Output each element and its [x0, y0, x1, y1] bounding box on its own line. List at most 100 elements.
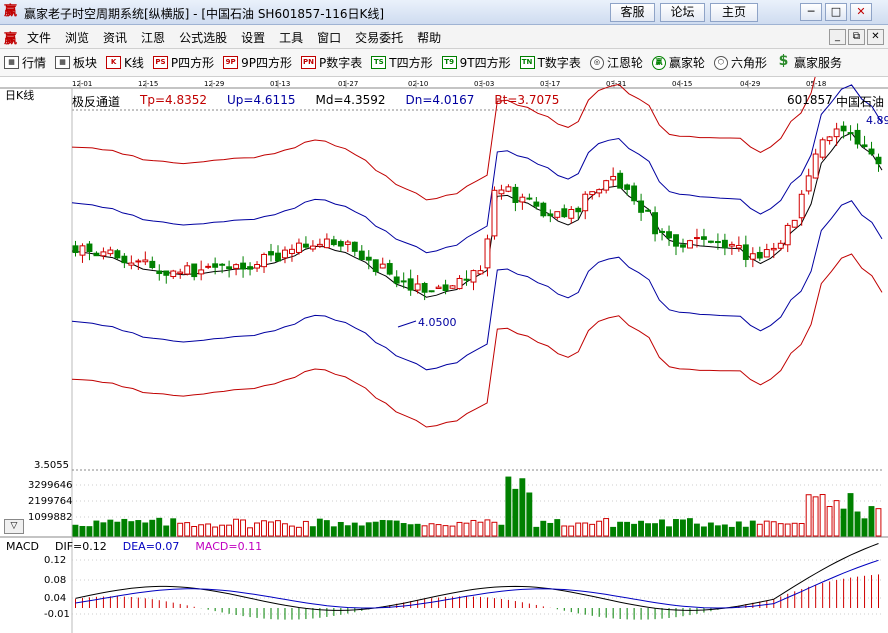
volume-bar [288, 525, 295, 537]
close-icon[interactable]: ✕ [850, 3, 872, 21]
homepage-button[interactable]: 主页 [710, 3, 758, 22]
menu-item-5[interactable]: 设置 [241, 29, 265, 46]
toolbar-item-0[interactable]: ▦ 行情 [4, 54, 46, 71]
toolbar-item-6[interactable]: TS T四方形 [371, 54, 433, 71]
candle-down [121, 255, 128, 264]
volume-bar [316, 518, 323, 537]
toolbar-item-7[interactable]: T9 9T四方形 [441, 54, 511, 71]
menu-item-1[interactable]: 浏览 [65, 29, 89, 46]
candle-up [603, 180, 610, 191]
candle-down [407, 278, 414, 291]
volume-bar [484, 519, 491, 537]
maximize-icon[interactable]: □ [825, 3, 847, 21]
menu-item-8[interactable]: 交易委托 [355, 29, 403, 46]
volume-bar [365, 522, 372, 537]
candle-up [491, 189, 498, 237]
mdi-minimize-icon[interactable]: _ [829, 29, 846, 45]
menu-item-0[interactable]: 文件 [27, 29, 51, 46]
candle-down [707, 240, 714, 243]
toolbar-item-4[interactable]: 9P 9P四方形 [223, 54, 292, 71]
volume-bar [456, 521, 463, 537]
low-annotation: 4.0500 [418, 316, 457, 329]
candle-down [463, 278, 470, 281]
toolbar-item-2[interactable]: K K线 [106, 54, 144, 71]
low-annotation-line [397, 320, 417, 328]
p-square-icon: PS [152, 56, 168, 69]
candle-down [372, 259, 379, 272]
candle-up [414, 283, 421, 291]
indicator-bar: 极反通道 Tp=4.8352 Up=4.6115 Md=4.3592 Dn=4.… [72, 93, 579, 109]
volume-bar [414, 523, 421, 537]
menu-item-9[interactable]: 帮助 [417, 29, 441, 46]
candle-up [79, 245, 86, 256]
toolbar-item-9[interactable]: ◎ 江恩轮 [589, 54, 643, 71]
volume-bar [261, 520, 267, 537]
candle-down [386, 263, 393, 275]
forum-button[interactable]: 论坛 [660, 3, 705, 22]
menu-item-3[interactable]: 江恩 [141, 29, 165, 46]
toolbar-item-8[interactable]: TN T数字表 [519, 54, 581, 71]
candle-down [673, 234, 679, 247]
date-tick-label: 12-15 [138, 80, 158, 88]
volume-bar [491, 521, 498, 537]
toolbar-item-10[interactable]: 赢赢家轮 [651, 54, 705, 71]
mdi-close-icon[interactable]: ✕ [867, 29, 884, 45]
candle-up [805, 175, 812, 192]
period-label: 日K线 [5, 89, 35, 102]
menu-item-4[interactable]: 公式选股 [179, 29, 227, 46]
volume-bar [498, 524, 505, 537]
candle-up [344, 241, 351, 245]
volume-bar [666, 526, 672, 537]
volume-bar [309, 526, 316, 537]
candle-up [233, 264, 240, 269]
candle-down [93, 252, 100, 257]
toolbar-label: T四方形 [389, 56, 433, 70]
customer-service-button[interactable]: 客服 [610, 3, 655, 22]
toolbar-item-12[interactable]: $ 赢家服务 [776, 54, 842, 71]
hexagon-icon: ⬡ [713, 55, 728, 70]
menu-item-2[interactable]: 资讯 [103, 29, 127, 46]
candle-down [191, 263, 198, 278]
candle-down [400, 280, 407, 283]
minimize-icon[interactable]: ─ [800, 3, 822, 21]
volume-bar [693, 523, 700, 537]
macd-value: MACD=0.11 [195, 540, 263, 553]
volume-bar [721, 524, 728, 537]
volume-bar [575, 522, 582, 537]
volume-bar [86, 526, 93, 537]
candle-down [421, 282, 428, 293]
toolbar-item-3[interactable]: PS P四方形 [152, 54, 215, 71]
candle-down [652, 212, 659, 235]
date-tick-label: 12-29 [204, 80, 224, 88]
volume-bar [372, 521, 379, 537]
candle-up [198, 269, 205, 275]
volume-bar [135, 520, 142, 537]
volume-tick-label: 3299646 [28, 480, 73, 491]
toolbar-item-5[interactable]: PN P数字表 [301, 54, 362, 71]
volume-tick-label: 1099882 [28, 512, 73, 523]
toolbar-label: P四方形 [170, 56, 215, 70]
volume-bar [240, 519, 246, 537]
toolbar-item-11[interactable]: ⬡ 六角形 [713, 54, 767, 71]
toolbar-label: 9T四方形 [459, 56, 511, 70]
volume-bar [526, 492, 533, 537]
toolbar-item-1[interactable]: ▦ 板块 [55, 54, 97, 71]
volume-bar [323, 520, 330, 537]
window-title: 赢家老子时空周期系统[纵横版] - [中国石油 SH601857-116日K线] [24, 7, 385, 21]
candle-up [205, 265, 212, 268]
collapse-panel-icon[interactable]: ▽ [4, 519, 24, 534]
mdi-restore-icon[interactable]: ⧉ [848, 29, 865, 45]
indicator-dn: Dn=4.0167 [405, 93, 475, 107]
volume-bar [379, 519, 386, 537]
candle-down [666, 231, 672, 239]
candle-up [142, 259, 149, 263]
candle-down [721, 239, 728, 249]
volume-bar [254, 522, 260, 537]
candle-up [316, 243, 323, 247]
volume-bar [275, 520, 281, 537]
candle-down [533, 201, 540, 207]
menu-item-7[interactable]: 窗口 [317, 29, 341, 46]
candle-up [295, 242, 302, 253]
volume-tick-label: 2199764 [28, 496, 73, 507]
menu-item-6[interactable]: 工具 [279, 29, 303, 46]
